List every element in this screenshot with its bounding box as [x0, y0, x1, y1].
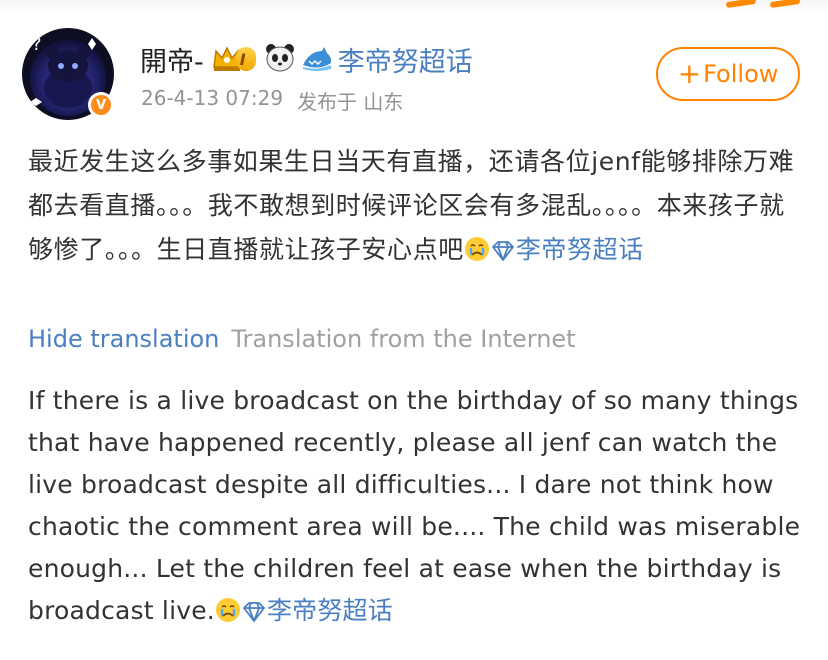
inline-topic-link[interactable]: 李帝努超话: [490, 235, 644, 264]
post-body: 最近发生这么多事如果生日当天有直播，还请各位jenf能够排除万难都去看直播。。。…: [28, 140, 800, 276]
post-timestamp: 26-4-13 07:29: [141, 86, 284, 110]
translated-body: If there is a live broadcast on the birt…: [28, 380, 818, 636]
post-location: 发布于 山东: [297, 90, 404, 114]
top-edge-decoration: [725, 0, 801, 9]
post-meta: 26-4-13 07:29 发布于 山东: [141, 86, 403, 115]
header-topic-link[interactable]: 李帝努超话: [338, 40, 473, 79]
diamond-icon: [241, 594, 267, 636]
post-body-text: 最近发生这么多事如果生日当天有直播，还请各位jenf能够排除万难都去看直播。。。…: [28, 147, 795, 264]
follow-button[interactable]: + Follow: [656, 47, 800, 101]
translated-body-text: If there is a live broadcast on the birt…: [28, 386, 801, 625]
author-name-row: 開帝- I 李帝努超话: [140, 40, 473, 79]
translated-topic-text: 李帝努超话: [266, 596, 393, 625]
svg-text:?: ?: [32, 34, 42, 55]
member-badge[interactable]: I: [212, 45, 256, 73]
level-pill: I: [235, 47, 256, 71]
crying-face-icon: [215, 594, 241, 636]
plus-icon: +: [677, 57, 702, 90]
translation-source-label: Translation from the Internet: [231, 325, 576, 353]
translation-bar: Hide translation Translation from the In…: [28, 325, 576, 353]
top-edge-fade: [0, 0, 828, 14]
author-name[interactable]: 開帝-: [140, 40, 204, 79]
translated-topic-link[interactable]: 李帝努超话: [241, 596, 393, 625]
hide-translation-link[interactable]: Hide translation: [28, 325, 219, 353]
crying-face-icon: [464, 232, 490, 276]
follow-label: Follow: [703, 60, 779, 88]
shark-icon: [300, 45, 334, 73]
inline-topic-text: 李帝努超话: [515, 235, 644, 264]
author-avatar[interactable]: ? V: [22, 28, 114, 120]
level-number: I: [239, 49, 246, 69]
verified-badge: V: [88, 92, 114, 118]
diamond-icon: [490, 232, 516, 276]
panda-icon: [264, 42, 296, 76]
